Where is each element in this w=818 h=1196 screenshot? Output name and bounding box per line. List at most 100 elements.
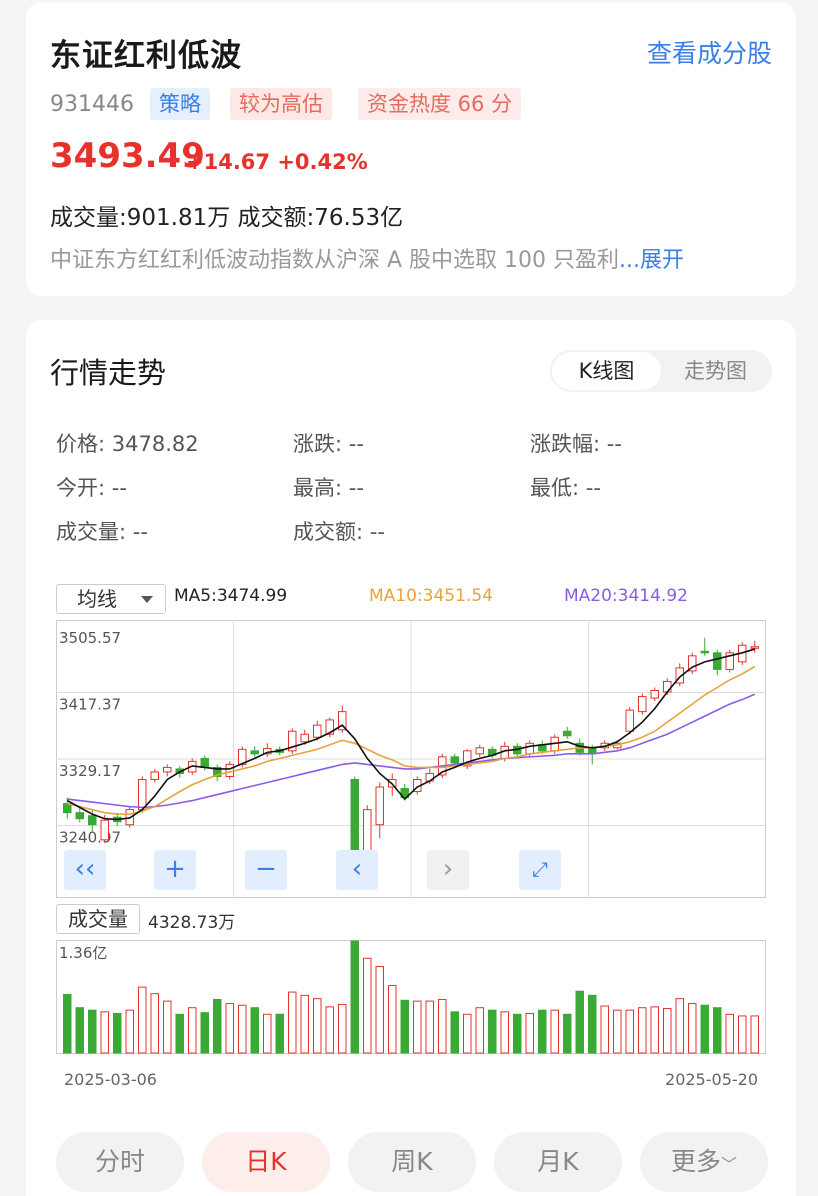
volume-bar [75, 1007, 84, 1054]
market-card: 行情走势 K线图 走势图 价格: 3478.82 涨跌: -- 涨跌幅: -- … [26, 320, 796, 1196]
y-tick-label: 3240.97 [59, 829, 121, 847]
volume-bar [188, 1007, 197, 1054]
quote-volume: 成交量: -- [56, 520, 148, 544]
scroll-left-icon[interactable]: ‹‹ [64, 850, 106, 890]
volume-bar [600, 1005, 609, 1054]
period-monthly[interactable]: 月K [494, 1132, 622, 1192]
quote-open: 今开: -- [56, 476, 127, 500]
tab-kline[interactable]: K线图 [552, 352, 661, 390]
volume-bar [238, 1004, 247, 1054]
date-end: 2025-05-20 [665, 1070, 758, 1089]
candle-body [525, 742, 534, 755]
period-daily[interactable]: 日K [202, 1132, 330, 1192]
quote-change: 涨跌: -- [293, 432, 364, 456]
fund-heat-tag[interactable]: 资金热度 66 分 [358, 88, 522, 120]
chart-type-switch: K线图 走势图 [550, 350, 772, 392]
candle-body [88, 815, 97, 826]
volume-max-label: 1.36亿 [59, 944, 107, 962]
description-text: 中证东方红红利低波动指数从沪深 A 股中选取 100 只盈利 [50, 248, 620, 273]
volume-bar [613, 1009, 622, 1054]
volume-bar [150, 993, 159, 1054]
volume-bar [525, 1012, 534, 1054]
candle-body [163, 766, 172, 773]
candle-body [625, 709, 634, 732]
volume-bar [100, 1011, 109, 1054]
zoom-in-icon[interactable]: + [154, 850, 196, 890]
volume-bar [688, 1003, 697, 1054]
candle-body [75, 812, 84, 820]
y-tick-label: 3505.57 [59, 629, 121, 647]
volume-chart: 1.36亿 [56, 940, 766, 1054]
volume-bar [663, 1008, 672, 1054]
prev-icon[interactable]: ‹ [336, 850, 378, 890]
volume-bar [138, 986, 147, 1054]
volume-bar [725, 1013, 734, 1054]
index-change: +14.67 +0.42% [186, 150, 368, 174]
view-constituents-link[interactable]: 查看成分股 [647, 34, 772, 70]
ma-select-label: 均线 [77, 587, 117, 611]
fullscreen-icon[interactable]: ⤢ [519, 850, 561, 890]
volume-bar [338, 1003, 347, 1054]
volume-bar [650, 1006, 659, 1054]
index-description: 中证东方红红利低波动指数从沪深 A 股中选取 100 只盈利...展开 [50, 242, 684, 274]
period-tabs: 分时 日K 周K 月K 更多﹀ [56, 1132, 768, 1192]
volume-bar [575, 990, 584, 1054]
expand-link[interactable]: ...展开 [619, 248, 684, 273]
quote-high: 最高: -- [293, 476, 364, 500]
volume-bar [413, 1000, 422, 1054]
candle-body [200, 757, 209, 768]
volume-indicator-select[interactable]: 成交量 [56, 904, 140, 934]
strategy-tag[interactable]: 策略 [150, 88, 210, 120]
candle-body [650, 690, 659, 699]
volume-bar [225, 1003, 234, 1054]
candle-body [225, 763, 234, 777]
fund-code: 931446 [50, 92, 134, 117]
period-more[interactable]: 更多﹀ [640, 1132, 768, 1192]
ma20-value: MA20:3414.92 [564, 586, 688, 606]
candle-body [450, 756, 459, 764]
zoom-out-icon[interactable]: − [245, 850, 287, 890]
candle-body [563, 730, 572, 737]
volume-bar [175, 1013, 184, 1054]
volume-bar [738, 1015, 747, 1054]
volume-bar [563, 1013, 572, 1054]
ma-select[interactable]: 均线 [56, 584, 166, 614]
volume-bar [325, 1006, 334, 1054]
quote-amount: 成交额: -- [293, 520, 385, 544]
valuation-tag[interactable]: 较为高估 [230, 88, 332, 120]
volume-bar [275, 1013, 284, 1054]
index-price: 3493.49 [50, 136, 205, 176]
volume-bar [288, 991, 297, 1054]
candle-body [313, 724, 322, 738]
volume-bar [300, 994, 309, 1054]
volume-bar [125, 1009, 134, 1054]
volume-bar [200, 1012, 209, 1054]
date-start: 2025-03-06 [64, 1070, 157, 1089]
candle-body [713, 652, 722, 670]
candle-body [638, 696, 647, 713]
candle-body [475, 747, 484, 755]
volume-bar [113, 1012, 122, 1054]
volume-bar [400, 999, 409, 1054]
volume-bar [263, 1013, 272, 1054]
candle-body [750, 646, 759, 649]
candle-body [300, 733, 309, 743]
volume-bar [638, 1007, 647, 1054]
candle-body [663, 680, 672, 693]
volume-amount-line: 成交量:901.81万 成交额:76.53亿 [50, 205, 404, 231]
volume-bar [363, 957, 372, 1054]
ma5-value: MA5:3474.99 [174, 586, 288, 606]
tab-trend[interactable]: 走势图 [661, 352, 770, 390]
period-weekly[interactable]: 周K [348, 1132, 476, 1192]
volume-bar [438, 998, 447, 1054]
next-icon[interactable]: › [427, 850, 469, 890]
volume-bar [350, 940, 359, 1054]
volume-frame [56, 940, 766, 1054]
volume-bar [250, 1007, 259, 1054]
period-intraday[interactable]: 分时 [56, 1132, 184, 1192]
volume-bar [313, 998, 322, 1054]
volume-value: 4328.73万 [148, 913, 236, 933]
volume-bar [713, 1007, 722, 1054]
market-section-title: 行情走势 [50, 356, 167, 390]
volume-bar [475, 1007, 484, 1054]
